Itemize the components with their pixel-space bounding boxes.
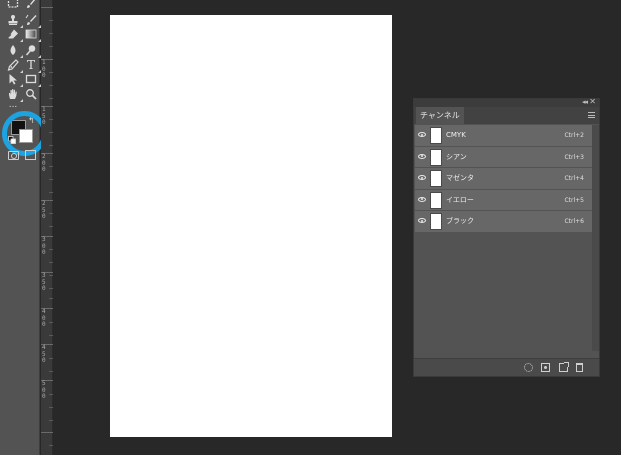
ruler-label: 1 0 0 xyxy=(42,59,46,80)
document-canvas[interactable] xyxy=(110,15,392,437)
channel-row-cmyk[interactable]: CMYK Ctrl+2 xyxy=(415,125,592,147)
channel-shortcut: Ctrl+6 xyxy=(564,218,584,225)
channel-thumbnail xyxy=(430,170,442,187)
channel-name: シアン xyxy=(446,152,467,161)
type-icon[interactable]: T xyxy=(24,58,41,73)
load-channel-selection-icon[interactable] xyxy=(524,363,533,372)
pen-icon[interactable] xyxy=(6,58,23,73)
vertical-ruler: 1 0 0 1 5 0 2 0 0 2 5 0 3 0 0 3 5 0 4 0 … xyxy=(41,0,53,455)
ruler-label: 2 0 0 xyxy=(42,153,46,174)
ruler-label: 1 5 0 xyxy=(42,106,46,127)
ruler-label: 2 5 0 xyxy=(42,200,46,221)
delete-channel-icon[interactable] xyxy=(576,363,583,372)
brush-icon[interactable] xyxy=(24,0,38,10)
channel-name: マゼンタ xyxy=(446,174,474,182)
panel-tab-bar: チャンネル xyxy=(414,107,599,124)
panel-menu-icon[interactable] xyxy=(588,112,595,118)
ruler-label: 5 0 0 xyxy=(42,380,46,401)
tools-panel: T ... ↰ xyxy=(0,0,47,455)
gradient-icon[interactable] xyxy=(24,27,41,42)
eye-icon[interactable] xyxy=(418,132,426,137)
path-select-icon[interactable] xyxy=(6,72,23,87)
screen-mode-icon[interactable] xyxy=(25,150,36,160)
channel-shortcut: Ctrl+5 xyxy=(564,196,584,204)
channels-panel: ◂◂ ✕ チャンネル CMYK Ctrl+2 シアン Ctrl+3 マゼンタ C… xyxy=(413,97,600,377)
quick-mask-icon[interactable] xyxy=(8,151,19,160)
channel-shortcut: Ctrl+2 xyxy=(564,132,584,139)
ruler-label: 4 5 0 xyxy=(42,344,46,365)
ruler-label: 3 0 0 xyxy=(42,236,46,257)
eye-icon[interactable] xyxy=(418,153,426,159)
channel-row-magenta[interactable]: マゼンタ Ctrl+4 xyxy=(415,168,592,190)
eye-icon[interactable] xyxy=(418,218,426,223)
collapse-icon[interactable]: ◂◂ xyxy=(582,98,588,106)
eye-icon[interactable] xyxy=(418,175,426,180)
hand-icon[interactable] xyxy=(6,87,23,102)
tab-channels[interactable]: チャンネル xyxy=(416,107,464,124)
ruler-label: 4 0 0 xyxy=(42,308,46,329)
channel-row-cyan[interactable]: シアン Ctrl+3 xyxy=(415,146,592,168)
channel-shortcut: Ctrl+3 xyxy=(564,153,584,161)
clone-stamp-icon[interactable] xyxy=(6,13,23,28)
ruler-label: 3 5 0 xyxy=(42,272,46,293)
channel-name: イエロー xyxy=(446,195,474,204)
channel-row-yellow[interactable]: イエロー Ctrl+5 xyxy=(415,189,592,211)
panel-title-bar[interactable]: ◂◂ ✕ xyxy=(414,97,599,107)
channel-row-black[interactable]: ブラック Ctrl+6 xyxy=(415,211,592,233)
channel-name: ブラック xyxy=(446,217,474,225)
rect-marquee-icon[interactable] xyxy=(6,0,20,10)
dodge-icon[interactable] xyxy=(24,43,41,58)
eraser-icon[interactable] xyxy=(6,27,23,42)
channel-name: CMYK xyxy=(446,131,466,139)
blur-icon[interactable] xyxy=(6,43,23,58)
panel-scrollbar[interactable] xyxy=(592,125,599,351)
channel-thumbnail xyxy=(430,127,442,144)
zoom-icon[interactable] xyxy=(24,87,38,101)
history-brush-icon[interactable] xyxy=(24,13,41,28)
rectangle-shape-icon[interactable] xyxy=(24,72,41,87)
save-selection-as-channel-icon[interactable] xyxy=(541,363,550,372)
close-icon[interactable]: ✕ xyxy=(589,97,596,106)
eye-icon[interactable] xyxy=(418,196,426,202)
channel-thumbnail xyxy=(430,191,442,209)
channel-thumbnail xyxy=(430,213,442,230)
panel-footer xyxy=(414,358,599,376)
channel-shortcut: Ctrl+4 xyxy=(564,175,584,182)
channel-list: CMYK Ctrl+2 シアン Ctrl+3 マゼンタ Ctrl+4 イエロー … xyxy=(415,125,592,233)
channel-thumbnail xyxy=(430,148,442,166)
more-tools-icon[interactable]: ... xyxy=(6,101,20,110)
new-channel-icon[interactable] xyxy=(559,362,569,372)
